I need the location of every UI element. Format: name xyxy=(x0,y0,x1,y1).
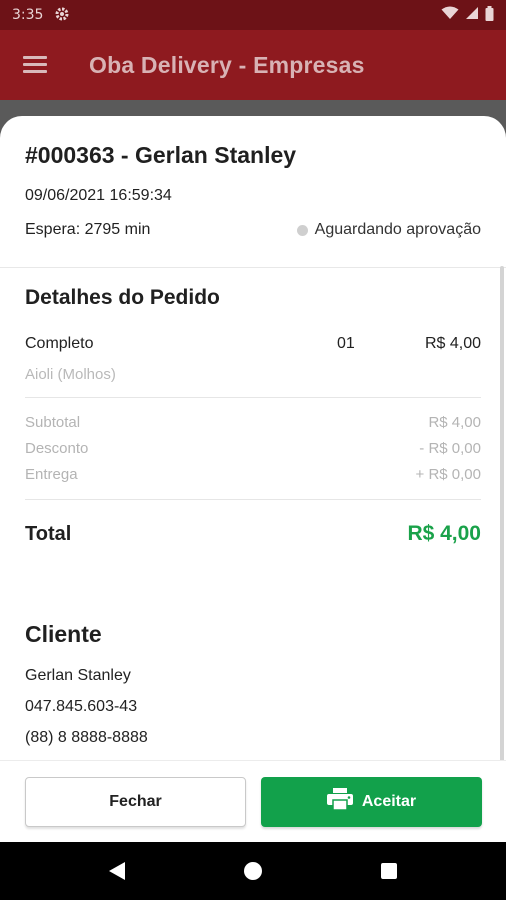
status-dot-icon xyxy=(296,224,308,236)
client-name: Gerlan Stanley xyxy=(25,666,131,684)
accept-button-label: Aceitar xyxy=(361,792,417,810)
hamburger-menu-icon[interactable] xyxy=(23,56,47,74)
system-nav-bar xyxy=(0,842,506,900)
subtotal-row: Subtotal R$ 4,00 xyxy=(25,409,481,435)
total-value: R$ 4,00 xyxy=(407,522,481,545)
close-button[interactable]: Fechar xyxy=(25,776,246,827)
subtotal-label: Subtotal xyxy=(25,413,81,431)
delivery-value: + R$ 0,00 xyxy=(415,465,481,483)
order-datetime: 09/06/2021 16:59:34 xyxy=(25,187,172,204)
order-wait-time: Espera: 2795 min xyxy=(25,221,151,238)
discount-label: Desconto xyxy=(25,439,89,457)
delivery-label: Entrega xyxy=(25,465,78,483)
client-phone: (88) 8 8888-8888 xyxy=(25,728,148,746)
gear-icon xyxy=(55,7,69,24)
app-title: Oba Delivery - Empresas xyxy=(89,51,365,78)
action-footer: Fechar Aceitar xyxy=(0,760,506,842)
subtotal-value: R$ 4,00 xyxy=(428,413,481,431)
delivery-row: Entrega + R$ 0,00 xyxy=(25,461,481,487)
close-button-label: Fechar xyxy=(109,792,162,810)
recents-icon[interactable] xyxy=(380,863,397,879)
discount-row: Desconto - R$ 0,00 xyxy=(25,435,481,461)
status-time: 3:35 xyxy=(12,7,44,23)
item-quantity: 01 xyxy=(336,335,355,352)
item-price: R$ 4,00 xyxy=(424,335,481,352)
total-label: Total xyxy=(25,522,72,545)
item-name: Completo xyxy=(25,335,94,352)
discount-value: - R$ 0,00 xyxy=(419,439,481,457)
divider xyxy=(25,499,481,500)
battery-icon xyxy=(485,5,494,25)
total-row: Total R$ 4,00 xyxy=(25,522,481,546)
order-header: #000363 - Gerlan Stanley 09/06/2021 16:5… xyxy=(0,116,506,268)
printer-icon xyxy=(326,788,353,815)
order-status-label: Aguardando aprovação xyxy=(314,221,481,238)
order-details: Detalhes do Pedido Completo 01 R$ 4,00 A… xyxy=(0,286,506,753)
item-addon: Aioli (Molhos) xyxy=(25,366,116,383)
app-bar: Oba Delivery - Empresas xyxy=(0,30,506,100)
signal-icon xyxy=(465,6,479,24)
divider xyxy=(25,397,481,398)
home-icon[interactable] xyxy=(243,862,262,880)
back-icon[interactable] xyxy=(109,862,126,880)
order-status: Aguardando aprovação xyxy=(296,221,481,239)
order-title: #000363 - Gerlan Stanley xyxy=(25,142,297,168)
status-bar: 3:35 xyxy=(0,0,506,30)
details-section-title: Detalhes do Pedido xyxy=(25,286,220,309)
accept-button[interactable]: Aceitar xyxy=(261,776,482,827)
wifi-icon xyxy=(441,6,459,24)
client-document: 047.845.603-43 xyxy=(25,697,138,715)
list-item: Completo 01 R$ 4,00 xyxy=(25,335,481,353)
client-section-title: Cliente xyxy=(25,621,102,647)
order-bottom-sheet: #000363 - Gerlan Stanley 09/06/2021 16:5… xyxy=(0,116,506,842)
